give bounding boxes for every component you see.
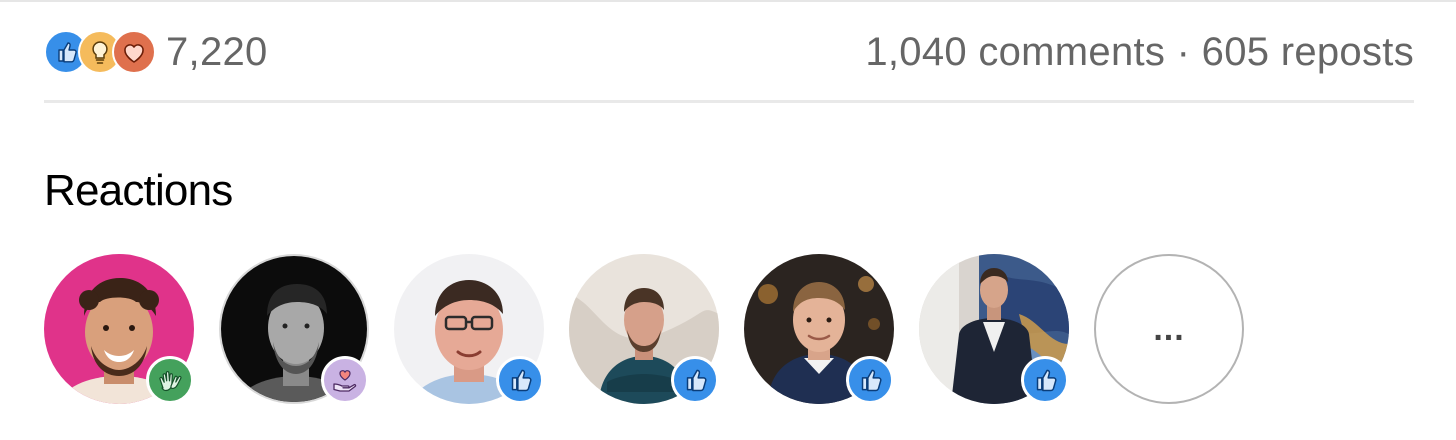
engagement-counts: 1,040 comments · 605 reposts (865, 30, 1414, 75)
reaction-count[interactable]: 7,220 (166, 30, 268, 75)
comments-count[interactable]: 1,040 comments (865, 30, 1165, 74)
reaction-type-icons (44, 30, 156, 74)
more-reactors-item[interactable]: ... (1094, 254, 1244, 404)
reactor-avatar-item[interactable] (744, 254, 894, 404)
reactor-avatar-list: ... (44, 254, 1244, 404)
reposts-count[interactable]: 605 reposts (1202, 30, 1414, 74)
like-icon (671, 356, 719, 404)
like-icon (496, 356, 544, 404)
love-icon (112, 30, 156, 74)
reactor-avatar-item[interactable] (394, 254, 544, 404)
like-icon (1021, 356, 1069, 404)
section-divider (44, 100, 1414, 103)
social-counts-bar: 7,220 1,040 comments · 605 reposts (44, 20, 1414, 84)
like-icon (846, 356, 894, 404)
top-divider (0, 0, 1456, 2)
reactor-avatar-item[interactable] (919, 254, 1069, 404)
reactions-heading: Reactions (44, 166, 233, 215)
more-reactions-button[interactable]: ... (1094, 254, 1244, 404)
celebrate-icon (146, 356, 194, 404)
reactor-avatar-item[interactable] (569, 254, 719, 404)
reactor-avatar-item[interactable] (44, 254, 194, 404)
reaction-summary[interactable]: 7,220 (44, 30, 268, 75)
support-icon (321, 356, 369, 404)
reactor-avatar-item[interactable] (219, 254, 369, 404)
separator-dot: · (1165, 29, 1202, 74)
